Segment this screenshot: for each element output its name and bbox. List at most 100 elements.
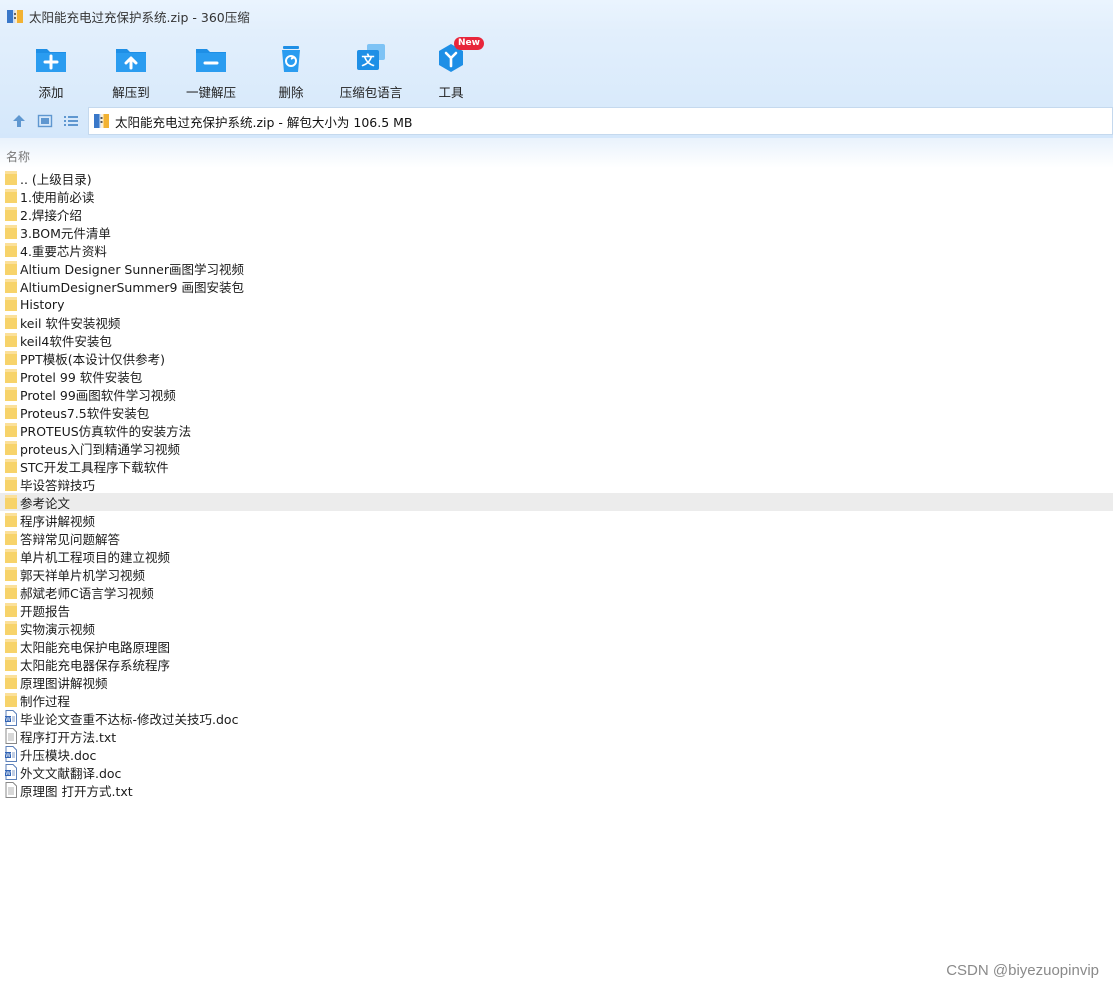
file-name: 外文文献翻译.doc: [20, 765, 122, 781]
file-row[interactable]: keil4软件安装包: [0, 331, 1113, 349]
file-name: Protel 99 软件安装包: [20, 369, 143, 385]
folder-icon: [4, 314, 18, 330]
file-row[interactable]: proteus入门到精通学习视频: [0, 439, 1113, 457]
file-name: 4.重要芯片资料: [20, 243, 107, 259]
file-row[interactable]: 程序讲解视频: [0, 511, 1113, 529]
extract-to-button[interactable]: 解压到: [91, 38, 171, 100]
file-name: 升压模块.doc: [20, 747, 97, 763]
folder-icon: [4, 386, 18, 402]
file-row[interactable]: .. (上级目录): [0, 169, 1113, 187]
list-view-icon[interactable]: [63, 113, 79, 129]
file-name: 制作过程: [20, 693, 71, 709]
file-name: 参考论文: [20, 495, 71, 511]
folder-icon: [4, 512, 18, 528]
file-row[interactable]: History: [0, 295, 1113, 313]
file-row[interactable]: 4.重要芯片资料: [0, 241, 1113, 259]
file-row[interactable]: AltiumDesignerSummer9 画图安装包: [0, 277, 1113, 295]
file-row[interactable]: Altium Designer Sunner画图学习视频: [0, 259, 1113, 277]
address-row: 太阳能充电过充保护系统.zip - 解包大小为 106.5 MB: [0, 104, 1113, 138]
folder-icon: [4, 332, 18, 348]
folder-icon: [4, 260, 18, 276]
folder-icon: [4, 278, 18, 294]
svg-text:W: W: [5, 717, 11, 723]
file-row[interactable]: 程序打开方法.txt: [0, 727, 1113, 745]
one-click-extract-button[interactable]: 一键解压: [171, 38, 251, 100]
folder-icon: [4, 674, 18, 690]
column-name-header[interactable]: 名称: [6, 148, 30, 165]
folder-icon: [4, 638, 18, 654]
window-title: 太阳能充电过充保护系统.zip - 360压缩: [29, 9, 250, 25]
folder-icon: [4, 368, 18, 384]
file-row[interactable]: W 外文文献翻译.doc: [0, 763, 1113, 781]
file-name: Altium Designer Sunner画图学习视频: [20, 261, 244, 277]
folder-icon: [4, 620, 18, 636]
folder-icon: [4, 656, 18, 672]
file-row[interactable]: Protel 99画图软件学习视频: [0, 385, 1113, 403]
word-document-icon: W: [4, 710, 18, 726]
up-arrow-icon[interactable]: [11, 113, 27, 129]
file-row[interactable]: 答辩常见问题解答: [0, 529, 1113, 547]
file-name: Protel 99画图软件学习视频: [20, 387, 176, 403]
file-name: 单片机工程项目的建立视频: [20, 549, 171, 565]
file-name: 太阳能充电器保存系统程序: [20, 657, 171, 673]
folder-icon: [4, 566, 18, 582]
file-row[interactable]: W 升压模块.doc: [0, 745, 1113, 763]
file-row[interactable]: 1.使用前必读: [0, 187, 1113, 205]
file-row[interactable]: 太阳能充电器保存系统程序: [0, 655, 1113, 673]
file-name: 答辩常见问题解答: [20, 531, 121, 547]
file-row[interactable]: keil 软件安装视频: [0, 313, 1113, 331]
folder-icon: [4, 350, 18, 366]
file-name: 毕业论文查重不达标-修改过关技巧.doc: [20, 711, 239, 727]
file-row[interactable]: 毕设答辩技巧: [0, 475, 1113, 493]
folder-icon: [4, 494, 18, 510]
folder-icon: [4, 692, 18, 708]
file-row[interactable]: 原理图讲解视频: [0, 673, 1113, 691]
file-name: 开题报告: [20, 603, 71, 619]
file-row[interactable]: 参考论文: [0, 493, 1113, 511]
add-button[interactable]: 添加: [11, 38, 91, 100]
file-row[interactable]: 原理图 打开方式.txt: [0, 781, 1113, 799]
folder-icon: [4, 170, 18, 186]
folder-icon: [4, 242, 18, 258]
zip-archive-icon: [93, 113, 110, 129]
file-row[interactable]: 制作过程: [0, 691, 1113, 709]
file-row[interactable]: 实物演示视频: [0, 619, 1113, 637]
address-bar[interactable]: 太阳能充电过充保护系统.zip - 解包大小为 106.5 MB: [88, 107, 1113, 135]
file-row[interactable]: PPT模板(本设计仅供参考): [0, 349, 1113, 367]
file-name: PROTEUS仿真软件的安装方法: [20, 423, 192, 439]
file-row[interactable]: 3.BOM元件清单: [0, 223, 1113, 241]
add-icon: [34, 41, 68, 75]
file-name: 毕设答辩技巧: [20, 477, 96, 493]
csdn-watermark: CSDN @biyezuopinvip: [946, 962, 1099, 979]
file-name: keil 软件安装视频: [20, 315, 121, 331]
file-row[interactable]: 单片机工程项目的建立视频: [0, 547, 1113, 565]
thumbnail-view-icon[interactable]: [37, 113, 53, 129]
file-name: keil4软件安装包: [20, 333, 112, 349]
folder-icon: [4, 530, 18, 546]
word-document-icon: W: [4, 764, 18, 780]
360zip-app-icon: [6, 8, 24, 24]
file-row[interactable]: Protel 99 软件安装包: [0, 367, 1113, 385]
folder-icon: [4, 296, 18, 312]
file-row[interactable]: 郭天祥单片机学习视频: [0, 565, 1113, 583]
tools-button[interactable]: New 工具: [411, 37, 491, 100]
file-row[interactable]: 郝斌老师C语言学习视频: [0, 583, 1113, 601]
file-name: AltiumDesignerSummer9 画图安装包: [20, 279, 244, 295]
file-name: 郭天祥单片机学习视频: [20, 567, 146, 583]
text-file-icon: [4, 728, 18, 744]
file-row[interactable]: 开题报告: [0, 601, 1113, 619]
file-row[interactable]: 太阳能充电保护电路原理图: [0, 637, 1113, 655]
archive-language-button[interactable]: 文 压缩包语言: [331, 38, 411, 100]
file-row[interactable]: STC开发工具程序下载软件: [0, 457, 1113, 475]
delete-button[interactable]: 删除: [251, 38, 331, 100]
title-bar[interactable]: 太阳能充电过充保护系统.zip - 360压缩: [0, 0, 1113, 32]
file-name: Proteus7.5软件安装包: [20, 405, 150, 421]
file-row[interactable]: W 毕业论文查重不达标-修改过关技巧.doc: [0, 709, 1113, 727]
file-name: .. (上级目录): [20, 171, 92, 187]
text-file-icon: [4, 782, 18, 798]
file-row[interactable]: PROTEUS仿真软件的安装方法: [0, 421, 1113, 439]
svg-text:文: 文: [361, 53, 375, 69]
file-row[interactable]: 2.焊接介绍: [0, 205, 1113, 223]
archive-path: 太阳能充电过充保护系统.zip - 解包大小为 106.5 MB: [115, 114, 413, 130]
file-row[interactable]: Proteus7.5软件安装包: [0, 403, 1113, 421]
